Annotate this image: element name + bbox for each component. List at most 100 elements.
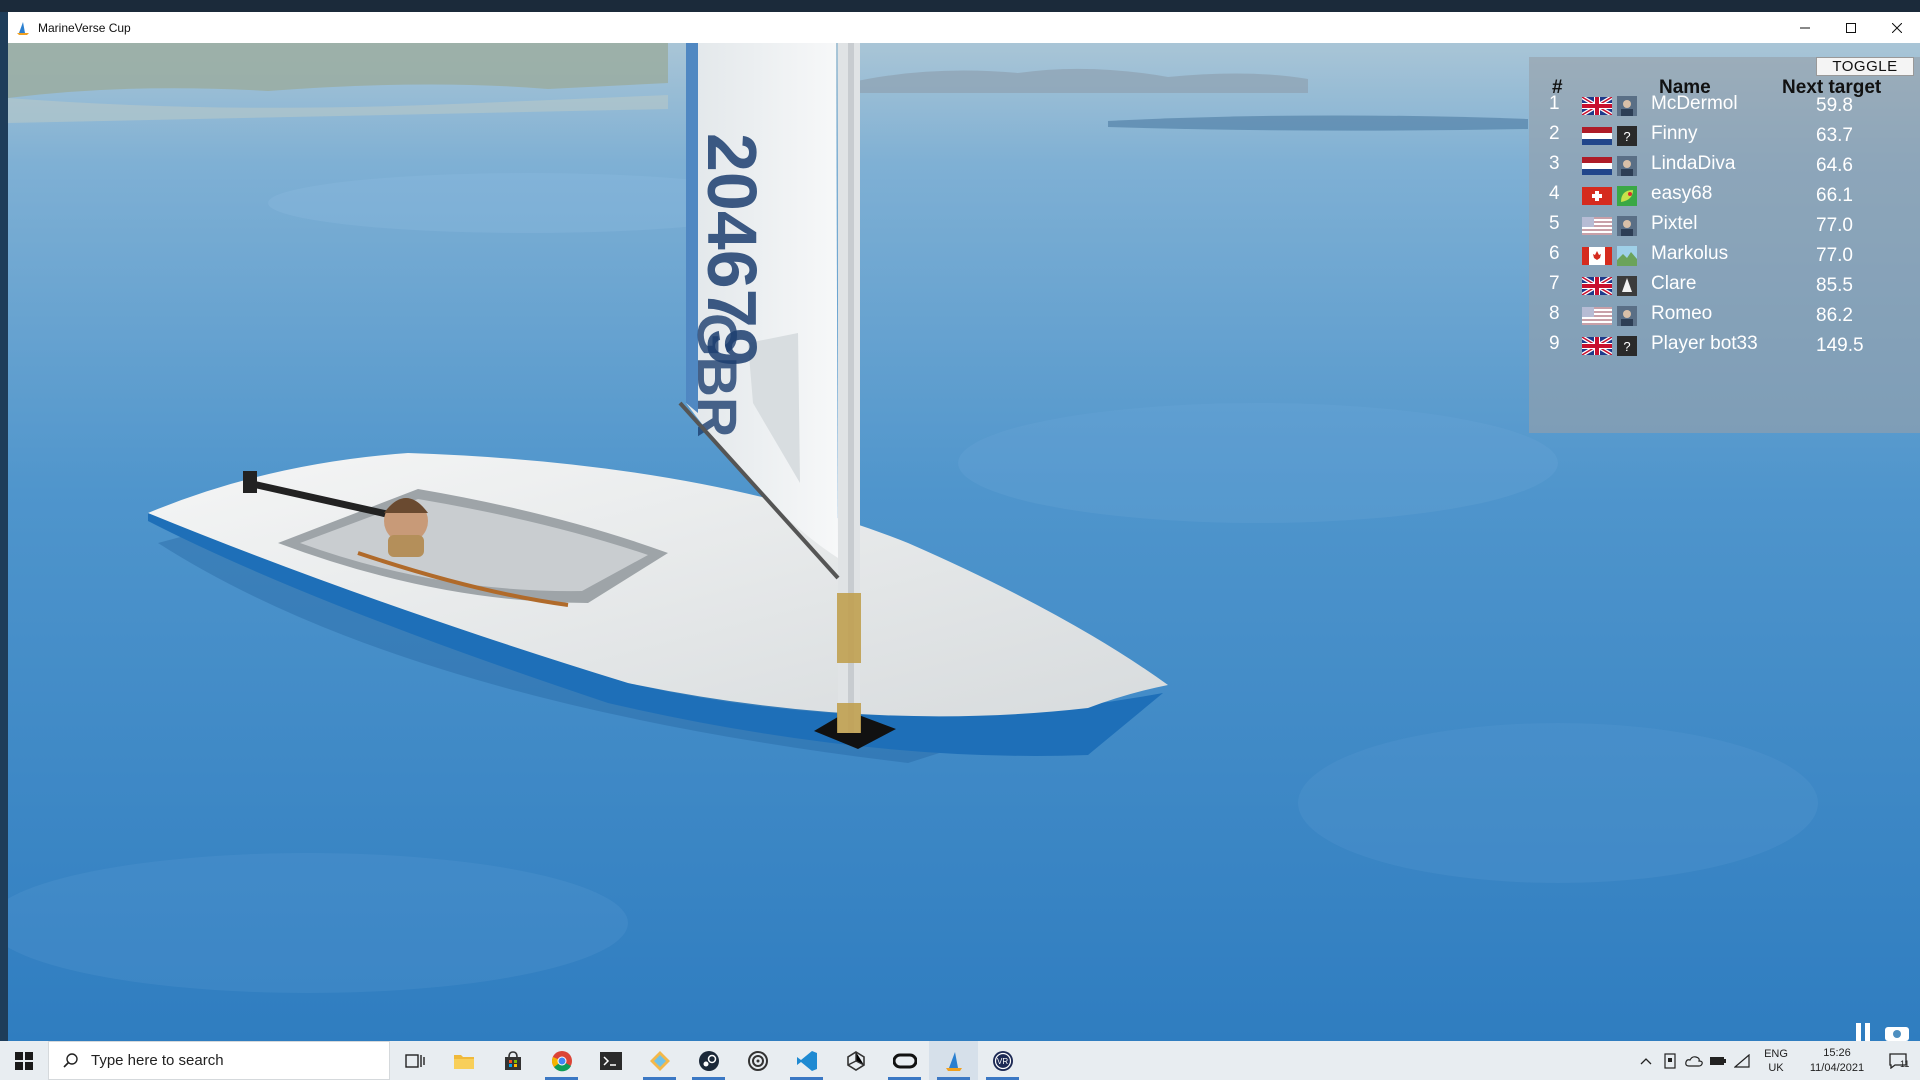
- sketch-app-button[interactable]: [635, 1041, 684, 1080]
- clock-time: 15:26: [1823, 1046, 1851, 1059]
- clock-date: 11/04/2021: [1809, 1061, 1865, 1074]
- player-name: Markolus: [1651, 243, 1729, 264]
- battery-tray-button[interactable]: [1706, 1041, 1730, 1080]
- task-view-icon: [404, 1053, 425, 1068]
- unity-icon: [846, 1050, 865, 1071]
- taskbar-search-box[interactable]: Type here to search: [48, 1041, 390, 1080]
- pause-icon[interactable]: [1854, 1023, 1872, 1041]
- next-target-value: 77.0: [1816, 215, 1853, 236]
- vr-icon: VR: [992, 1050, 1013, 1071]
- minimize-icon: [1800, 27, 1810, 28]
- player-name: Romeo: [1651, 303, 1713, 324]
- row-rank: 5: [1549, 213, 1560, 234]
- player-name: Pixtel: [1651, 213, 1698, 234]
- terminal-icon: [599, 1051, 622, 1070]
- steam-icon: [698, 1050, 719, 1071]
- next-target-value: 77.0: [1816, 245, 1853, 266]
- leaderboard-row: 1 McDermol 59.8: [1529, 93, 1920, 123]
- minimize-button[interactable]: [1782, 12, 1828, 43]
- language-indicator[interactable]: ENG UK: [1754, 1047, 1798, 1075]
- leaderboard-row: 3 LindaDiva 64.6: [1529, 153, 1920, 183]
- player-avatar: [1617, 156, 1637, 176]
- leaderboard-row: 9? Player bot33 149.5: [1529, 333, 1920, 363]
- maximize-icon: [1846, 22, 1856, 33]
- oculus-button[interactable]: [880, 1041, 929, 1080]
- country-flag-icon: [1582, 337, 1612, 355]
- file-explorer-button[interactable]: [439, 1041, 488, 1080]
- system-tray: ENG UK 15:26 11/04/2021 11: [1634, 1041, 1920, 1080]
- svg-text:VR: VR: [997, 1057, 1008, 1066]
- wifi-tray-button[interactable]: [1730, 1041, 1754, 1080]
- keyboard-layout: UK: [1768, 1061, 1784, 1074]
- country-flag-icon: [1582, 97, 1612, 115]
- player-avatar: ?: [1617, 126, 1637, 146]
- clock[interactable]: 15:26 11/04/2021: [1798, 1046, 1876, 1076]
- row-rank: 6: [1549, 243, 1560, 264]
- action-center-button[interactable]: 11: [1876, 1041, 1920, 1080]
- notification-count: 11: [1900, 1059, 1910, 1069]
- next-target-value: 63.7: [1816, 125, 1853, 146]
- desktop-top-strip: [0, 0, 1920, 12]
- vscode-icon: [796, 1050, 817, 1071]
- steam-button[interactable]: [684, 1041, 733, 1080]
- marineverse-button[interactable]: [929, 1041, 978, 1080]
- folder-icon: [453, 1054, 474, 1069]
- start-button[interactable]: [0, 1041, 48, 1080]
- player-avatar: [1617, 216, 1637, 236]
- next-target-value: 66.1: [1816, 185, 1853, 206]
- row-rank: 2: [1549, 123, 1560, 144]
- player-avatar: ?: [1617, 336, 1637, 356]
- game-viewport[interactable]: 204679 GBR TOGGLE # Name Next target 1 Mc…: [8, 43, 1920, 1041]
- game-window: MarineVerse Cup 204679 GBR TOGGLE # Name…: [8, 12, 1920, 1041]
- diamond-app-icon: [649, 1050, 670, 1071]
- country-flag-icon: [1582, 127, 1612, 145]
- unity-button[interactable]: [831, 1041, 880, 1080]
- leaderboard-row: 5 Pixtel 77.0: [1529, 213, 1920, 243]
- device-icon: [1664, 1052, 1676, 1069]
- target-app-button[interactable]: [733, 1041, 782, 1080]
- close-icon: [1892, 22, 1902, 33]
- leaderboard-row: 4 easy68 66.1: [1529, 183, 1920, 213]
- row-rank: 8: [1549, 303, 1560, 324]
- store-bag-icon: [504, 1050, 521, 1070]
- terminal-button[interactable]: [586, 1041, 635, 1080]
- viveport-button[interactable]: VR: [978, 1041, 1027, 1080]
- windows-logo-icon: [15, 1051, 33, 1070]
- next-target-value: 149.5: [1816, 335, 1864, 356]
- toggle-button[interactable]: TOGGLE: [1816, 57, 1914, 76]
- player-name: LindaDiva: [1651, 153, 1736, 174]
- next-target-value: 86.2: [1816, 305, 1853, 326]
- row-rank: 9: [1549, 333, 1560, 354]
- player-avatar: [1617, 246, 1637, 266]
- country-flag-icon: [1582, 277, 1612, 295]
- vscode-button[interactable]: [782, 1041, 831, 1080]
- store-button[interactable]: [488, 1041, 537, 1080]
- show-hidden-icons-button[interactable]: [1634, 1041, 1658, 1080]
- row-rank: 1: [1549, 93, 1560, 114]
- country-flag-icon: [1582, 307, 1612, 325]
- title-bar[interactable]: MarineVerse Cup: [8, 12, 1920, 43]
- player-name: Clare: [1651, 273, 1697, 294]
- next-target-value: 85.5: [1816, 275, 1853, 296]
- country-flag-icon: [1582, 187, 1612, 205]
- cloud-icon: [1685, 1055, 1703, 1067]
- country-flag-icon: [1582, 247, 1612, 265]
- oculus-icon: [892, 1053, 917, 1068]
- task-view-button[interactable]: [390, 1041, 439, 1080]
- target-icon: [747, 1050, 768, 1071]
- leaderboard-panel: TOGGLE # Name Next target 1 McDermol 59.8 2…: [1529, 57, 1920, 433]
- row-rank: 4: [1549, 183, 1560, 204]
- leaderboard-row: 2? Finny 63.7: [1529, 123, 1920, 153]
- player-name: Player bot33: [1651, 333, 1758, 354]
- leaderboard-row: 6 Markolus 77.0: [1529, 243, 1920, 273]
- player-avatar: [1617, 186, 1637, 206]
- chrome-icon: [551, 1050, 572, 1071]
- camera-icon[interactable]: [1884, 1023, 1910, 1041]
- onedrive-tray-button[interactable]: [1682, 1041, 1706, 1080]
- player-avatar: [1617, 96, 1637, 116]
- maximize-button[interactable]: [1828, 12, 1874, 43]
- close-button[interactable]: [1874, 12, 1920, 43]
- device-tray-button[interactable]: [1658, 1041, 1682, 1080]
- chrome-button[interactable]: [537, 1041, 586, 1080]
- marineverse-icon: [945, 1051, 962, 1071]
